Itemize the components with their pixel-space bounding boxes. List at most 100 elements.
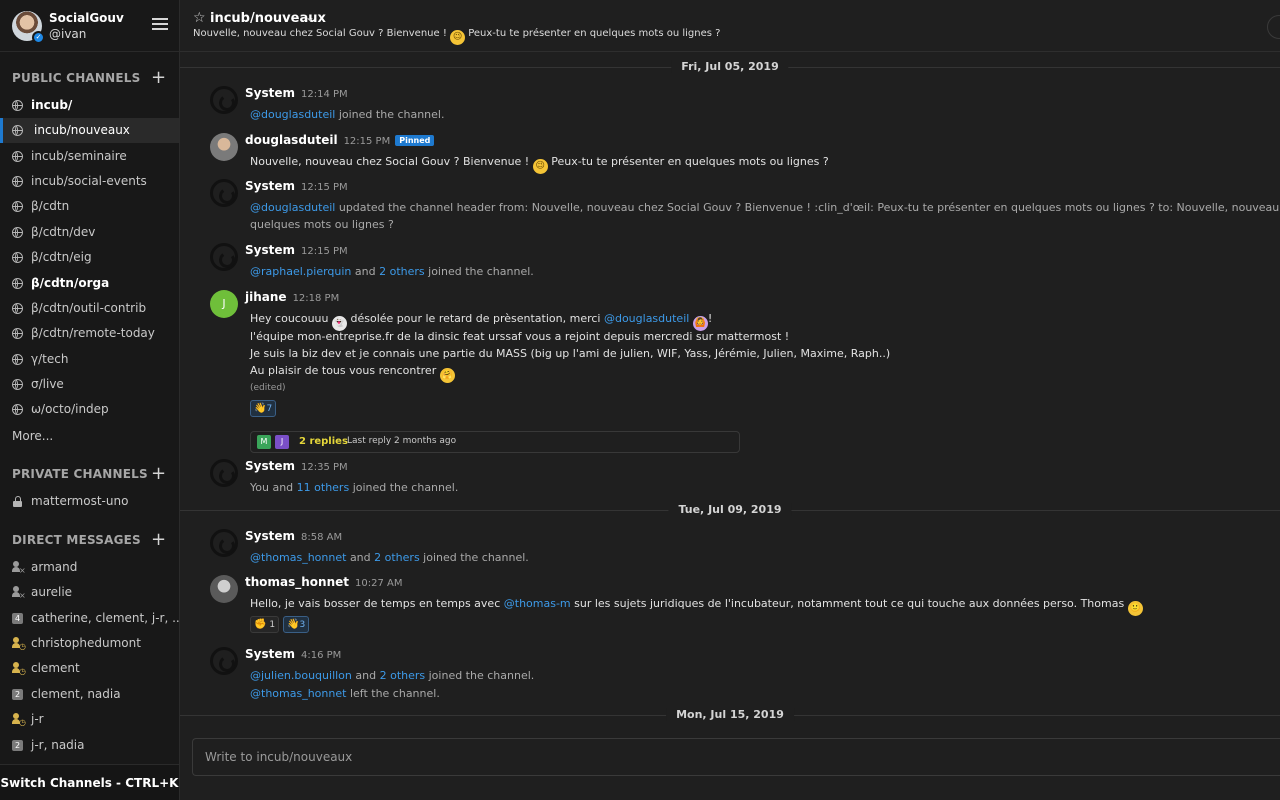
sidebar-item-label: β/cdtn [31,199,70,213]
sidebar-item-dm-aurelie[interactable]: × aurelie [0,580,179,605]
mention-link[interactable]: @julien.bouquillon [250,669,352,682]
others-link[interactable]: 2 others [379,265,425,278]
sidebar-item-dm-jr[interactable]: ◷ j-r [0,707,179,732]
add-private-channel-icon[interactable]: + [151,465,166,483]
message-author[interactable]: thomas_honnet 10:27 AM [245,575,402,589]
group-count-badge: 2 [12,740,23,751]
globe-icon [12,151,23,162]
mention-link[interactable]: @thomas_honnet [250,551,346,564]
chevron-down-icon[interactable]: ⌄ [305,10,315,24]
user-away-icon: ◷ [12,662,26,676]
sidebar-item-cdtn-remote-today[interactable]: β/cdtn/remote-today [0,321,179,346]
team-name[interactable]: SocialGouv [49,11,124,25]
sidebar-item-incub[interactable]: incub/ [0,93,179,118]
add-direct-message-icon[interactable]: + [151,531,166,549]
sidebar-item-incub-seminaire[interactable]: incub/seminaire [0,144,179,169]
message-author[interactable]: jihane 12:18 PM [245,290,339,304]
hamburger-menu-icon[interactable] [152,18,168,30]
mention-link[interactable]: @thomas_honnet [250,687,346,700]
avatar[interactable] [210,575,238,603]
others-link[interactable]: 2 others [374,551,420,564]
avatar[interactable]: J [210,290,238,318]
message-author[interactable]: System 12:35 PM [245,459,348,473]
message-time[interactable]: 12:15 PM [344,136,391,147]
sidebar-item-cdtn[interactable]: β/cdtn [0,194,179,219]
sidebar-item-dm-clement-nadia[interactable]: 2 clement, nadia [0,682,179,707]
message-author[interactable]: douglasduteil 12:15 PM Pinned [245,133,435,147]
sidebar-item-dm-jr-nadia[interactable]: 2 j-r, nadia [0,733,179,758]
mention-link[interactable]: @thomas-m [504,597,571,610]
sidebar-item-label: j-r [31,712,44,726]
sidebar-item-tech[interactable]: γ/tech [0,347,179,372]
avatar[interactable] [210,133,238,161]
message-time[interactable]: 12:18 PM [293,293,340,304]
more-channels-link[interactable]: More... [12,429,53,443]
sidebar-item-cdtn-orga[interactable]: β/cdtn/orga [0,271,179,296]
star-icon[interactable]: ☆ [193,10,206,26]
globe-icon [12,201,23,212]
message-body-line: Au plaisir de tous vous rencontrer 🤗 [250,362,455,383]
mention-link[interactable]: @douglasduteil [250,201,335,214]
sidebar-item-cdtn-outil-contrib[interactable]: β/cdtn/outil-contrib [0,296,179,321]
sidebar-item-label: clement, nadia [31,687,121,701]
globe-icon [12,303,23,314]
message-body: Hello, je vais bosser de temps en temps … [250,595,1143,616]
switch-channels-button[interactable]: Switch Channels - CTRL+K [0,764,179,800]
message-input[interactable]: Write to incub/nouveaux [192,738,1280,776]
message-author[interactable]: System 12:15 PM [245,179,348,193]
channel-info-button[interactable] [1267,15,1280,39]
message-body: @raphael.pierquin and 2 others joined th… [250,265,534,278]
sidebar-item-octo-indep[interactable]: ω/octo/indep [0,397,179,422]
sidebar-item-incub-social-events[interactable]: incub/social-events [0,169,179,194]
system-avatar-icon [210,179,238,207]
sidebar-item-dm-armand[interactable]: × armand [0,555,179,580]
globe-icon [12,354,23,365]
mention-link[interactable]: @douglasduteil [250,108,335,121]
sidebar-header: ✓ SocialGouv @ivan [0,0,179,52]
replies-link[interactable]: 2 replies [299,436,348,447]
message-time[interactable]: 12:14 PM [301,89,348,100]
sidebar-item-dm-christophedumont[interactable]: ◷ christophedumont [0,631,179,656]
reaction-wave[interactable]: 👋7 [250,400,277,417]
message-time[interactable]: 12:15 PM [301,182,348,193]
sidebar-item-label: β/cdtn/dev [31,225,96,239]
sidebar-item-dm-clement[interactable]: ◷ clement [0,656,179,681]
message-time[interactable]: 4:16 PM [301,650,341,661]
reaction-fist[interactable]: ✊ 1 [250,616,280,633]
mention-link[interactable]: @douglasduteil [604,312,689,325]
message-author[interactable]: System 12:15 PM [245,243,348,257]
date-label: Tue, Jul 09, 2019 [668,503,792,516]
others-link[interactable]: 11 others [297,481,350,494]
group-count-badge: 2 [12,689,23,700]
message-author[interactable]: System 12:14 PM [245,86,348,100]
message-author[interactable]: System 8:58 AM [245,529,342,543]
thread-summary[interactable]: M J 2 replies Last reply 2 months ago [250,431,740,453]
others-link[interactable]: 2 others [380,669,426,682]
message-time[interactable]: 12:15 PM [301,246,348,257]
message-author[interactable]: System 4:16 PM [245,647,341,661]
sidebar-item-cdtn-eig[interactable]: β/cdtn/eig [0,245,179,270]
reaction-wave[interactable]: 👋3 [283,616,310,633]
wink-emoji-icon: 😉 [450,30,466,45]
sidebar-item-incub-nouveaux[interactable]: incub/nouveaux [0,118,179,143]
message-list: Fri, Jul 05, 2019 System 12:14 PM @dougla… [180,53,1280,733]
sidebar-item-mattermost-uno[interactable]: mattermost-uno [0,489,179,514]
mention-link[interactable]: @raphael.pierquin [250,265,351,278]
globe-icon [12,328,23,339]
sidebar-item-label: γ/tech [31,352,69,366]
sidebar-item-label: ω/octo/indep [31,402,109,416]
sidebar-item-live[interactable]: σ/live [0,372,179,397]
message-time[interactable]: 12:35 PM [301,462,348,473]
sidebar-item-label: incub/social-events [31,174,147,188]
sidebar-item-dm-group-catherine[interactable]: 4 catherine, clement, j-r, ... [0,606,179,631]
message-body-line: l'équipe mon-entreprise.fr de la dinsic … [250,330,790,343]
sidebar-item-label: incub/seminaire [31,149,127,163]
message-body: You and 11 others joined the channel. [250,481,459,494]
add-public-channel-icon[interactable]: + [151,69,166,87]
message-time[interactable]: 8:58 AM [301,532,342,543]
lock-icon [12,496,23,507]
avatar[interactable]: ✓ [12,11,45,44]
message-time[interactable]: 10:27 AM [355,578,402,589]
user-name: @ivan [49,27,87,41]
sidebar-item-cdtn-dev[interactable]: β/cdtn/dev [0,220,179,245]
